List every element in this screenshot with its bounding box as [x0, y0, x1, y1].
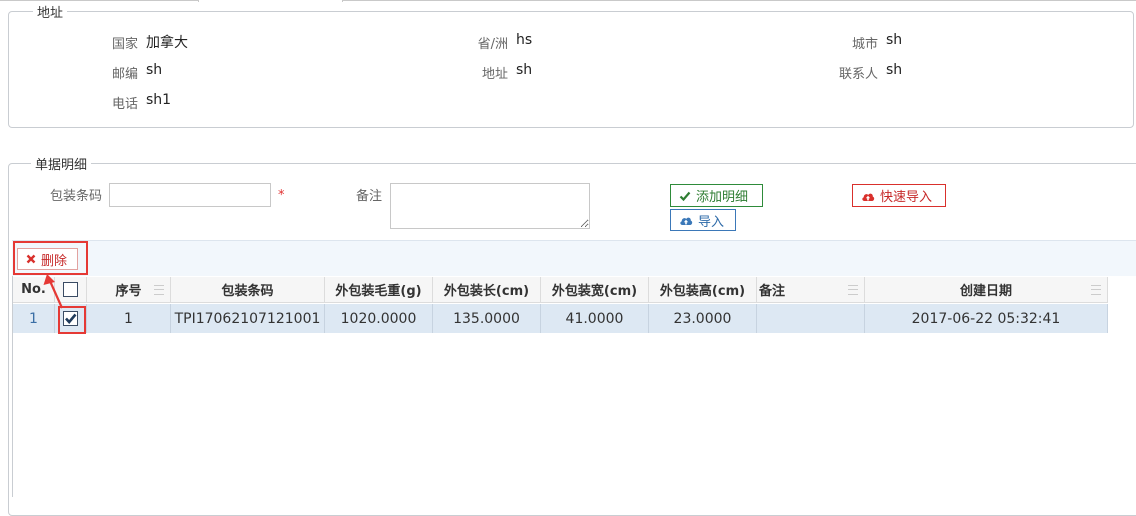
cloud-upload-icon [862, 193, 875, 201]
table-cell-barcode: TPI17062107121001 [171, 304, 325, 333]
required-mark: * [278, 188, 285, 203]
col-header-length[interactable]: 外包装长(cm) [433, 277, 541, 303]
postcode-value: sh [146, 62, 163, 78]
contact-value: sh [886, 62, 903, 78]
contact-label: 联系人 [838, 67, 878, 82]
annotation-arrow-icon [43, 274, 64, 309]
detail-legend: 单据明细 [35, 158, 88, 173]
country-value: 加拿大 [146, 35, 188, 51]
table-cell-height: 23.0000 [649, 304, 757, 333]
city-value: sh [886, 32, 903, 48]
address-legend: 地址 [37, 6, 64, 21]
table-cell-length: 135.0000 [433, 304, 541, 333]
add-detail-label: 添加明细 [696, 190, 749, 205]
import-button[interactable]: 导入 [670, 209, 736, 231]
check-icon [679, 191, 691, 201]
address-section: 地址 [8, 2, 1134, 128]
col-header-remark[interactable]: 备注 [757, 277, 865, 303]
country-label: 国家 [111, 37, 138, 52]
col-header-width[interactable]: 外包装宽(cm) [541, 277, 649, 303]
column-menu-icon[interactable] [1091, 285, 1101, 295]
table-cell-seq: 1 [87, 304, 171, 333]
table-cell-remark [757, 304, 865, 333]
remark-label: 备注 [355, 189, 382, 204]
add-detail-button[interactable]: 添加明细 [670, 184, 763, 207]
column-menu-icon[interactable] [848, 285, 858, 295]
barcode-label: 包装条码 [49, 189, 102, 204]
import-label: 导入 [698, 214, 725, 230]
table-cell-width: 41.0000 [541, 304, 649, 333]
table-cell-weight: 1020.0000 [325, 304, 433, 333]
col-header-height[interactable]: 外包装高(cm) [649, 277, 757, 303]
address-value: sh [516, 62, 533, 78]
column-menu-icon[interactable] [154, 285, 164, 295]
phone-label: 电话 [111, 97, 138, 112]
col-header-created[interactable]: 创建日期 [865, 277, 1108, 303]
col-header-barcode[interactable]: 包装条码 [171, 277, 325, 303]
city-label: 城市 [851, 37, 878, 52]
barcode-input[interactable] [109, 183, 271, 207]
delete-button-highlight [13, 241, 88, 275]
table-cell-created: 2017-06-22 05:32:41 [865, 304, 1108, 333]
phone-value: sh1 [146, 92, 172, 108]
remark-textarea[interactable] [390, 183, 590, 229]
province-value: hs [516, 32, 533, 48]
col-header-weight[interactable]: 外包装毛重(g) [325, 277, 433, 303]
province-label: 省/洲 [477, 37, 508, 52]
postcode-label: 邮编 [111, 67, 138, 82]
col-header-seq[interactable]: 序号 [87, 277, 171, 303]
cloud-upload-icon [680, 217, 693, 225]
quick-import-button[interactable]: 快速导入 [852, 184, 946, 207]
grid-toolbar [12, 240, 1136, 278]
quick-import-label: 快速导入 [880, 190, 933, 205]
address-label: 地址 [481, 67, 508, 82]
